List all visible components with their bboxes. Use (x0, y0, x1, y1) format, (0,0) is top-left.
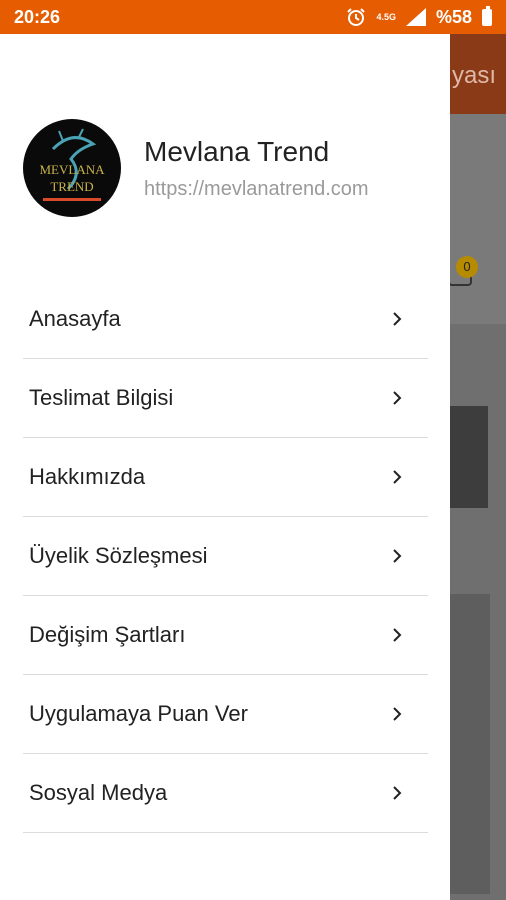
menu-item-label: Teslimat Bilgisi (29, 385, 174, 410)
chevron-right-icon (393, 707, 402, 721)
menu-item-label: Anasayfa (29, 306, 121, 331)
menu-item-label: Uygulamaya Puan Ver (29, 701, 248, 726)
chevron-right-icon (393, 786, 402, 800)
store-url[interactable]: https://mevlanatrend.com (144, 178, 369, 201)
menu-item-label: Üyelik Sözleşmesi (29, 543, 208, 568)
menu-item-anasayfa[interactable]: Anasayfa (23, 280, 428, 359)
network-type: 4.5G (376, 11, 396, 22)
store-name: Mevlana Trend (144, 136, 330, 167)
background-image (450, 406, 488, 508)
store-logo: MEVLANA TREND (23, 119, 121, 217)
menu-item-label: Sosyal Medya (29, 780, 168, 805)
menu-item-puan-ver[interactable]: Uygulamaya Puan Ver (23, 675, 428, 754)
chevron-right-icon (393, 628, 402, 642)
status-icons: 4.5G %58 (346, 5, 492, 28)
menu-item-degisim-sartlari[interactable]: Değişim Şartları (23, 596, 428, 675)
drawer-menu: Anasayfa Teslimat Bilgisi Hakkımızda Üye… (23, 280, 428, 833)
svg-text:TREND: TREND (50, 179, 93, 194)
cart-badge: 0 (456, 256, 478, 278)
signal-icon (405, 8, 426, 26)
alarm-icon (347, 8, 366, 26)
menu-item-uyelik-sozlesmesi[interactable]: Üyelik Sözleşmesi (23, 517, 428, 596)
background-title: yası (451, 62, 496, 89)
battery-percent: %58 (435, 6, 472, 27)
menu-item-label: Değişim Şartları (29, 622, 186, 647)
menu-item-teslimat-bilgisi[interactable]: Teslimat Bilgisi (23, 359, 428, 438)
navigation-drawer: MEVLANA TREND Mevlana Trend https://mevl… (0, 34, 450, 900)
battery-icon (482, 5, 492, 26)
chevron-right-icon (393, 470, 402, 484)
chevron-right-icon (393, 391, 402, 405)
status-time: 20:26 (14, 6, 61, 27)
menu-item-label: Hakkımızda (29, 464, 146, 489)
menu-item-hakkimizda[interactable]: Hakkımızda (23, 438, 428, 517)
background-image (450, 594, 490, 894)
menu-item-sosyal-medya[interactable]: Sosyal Medya (23, 754, 428, 833)
status-bar: 20:26 4.5G %58 (0, 0, 506, 34)
chevron-right-icon (393, 549, 402, 563)
svg-text:MEVLANA: MEVLANA (40, 162, 106, 177)
chevron-right-icon (393, 312, 402, 326)
